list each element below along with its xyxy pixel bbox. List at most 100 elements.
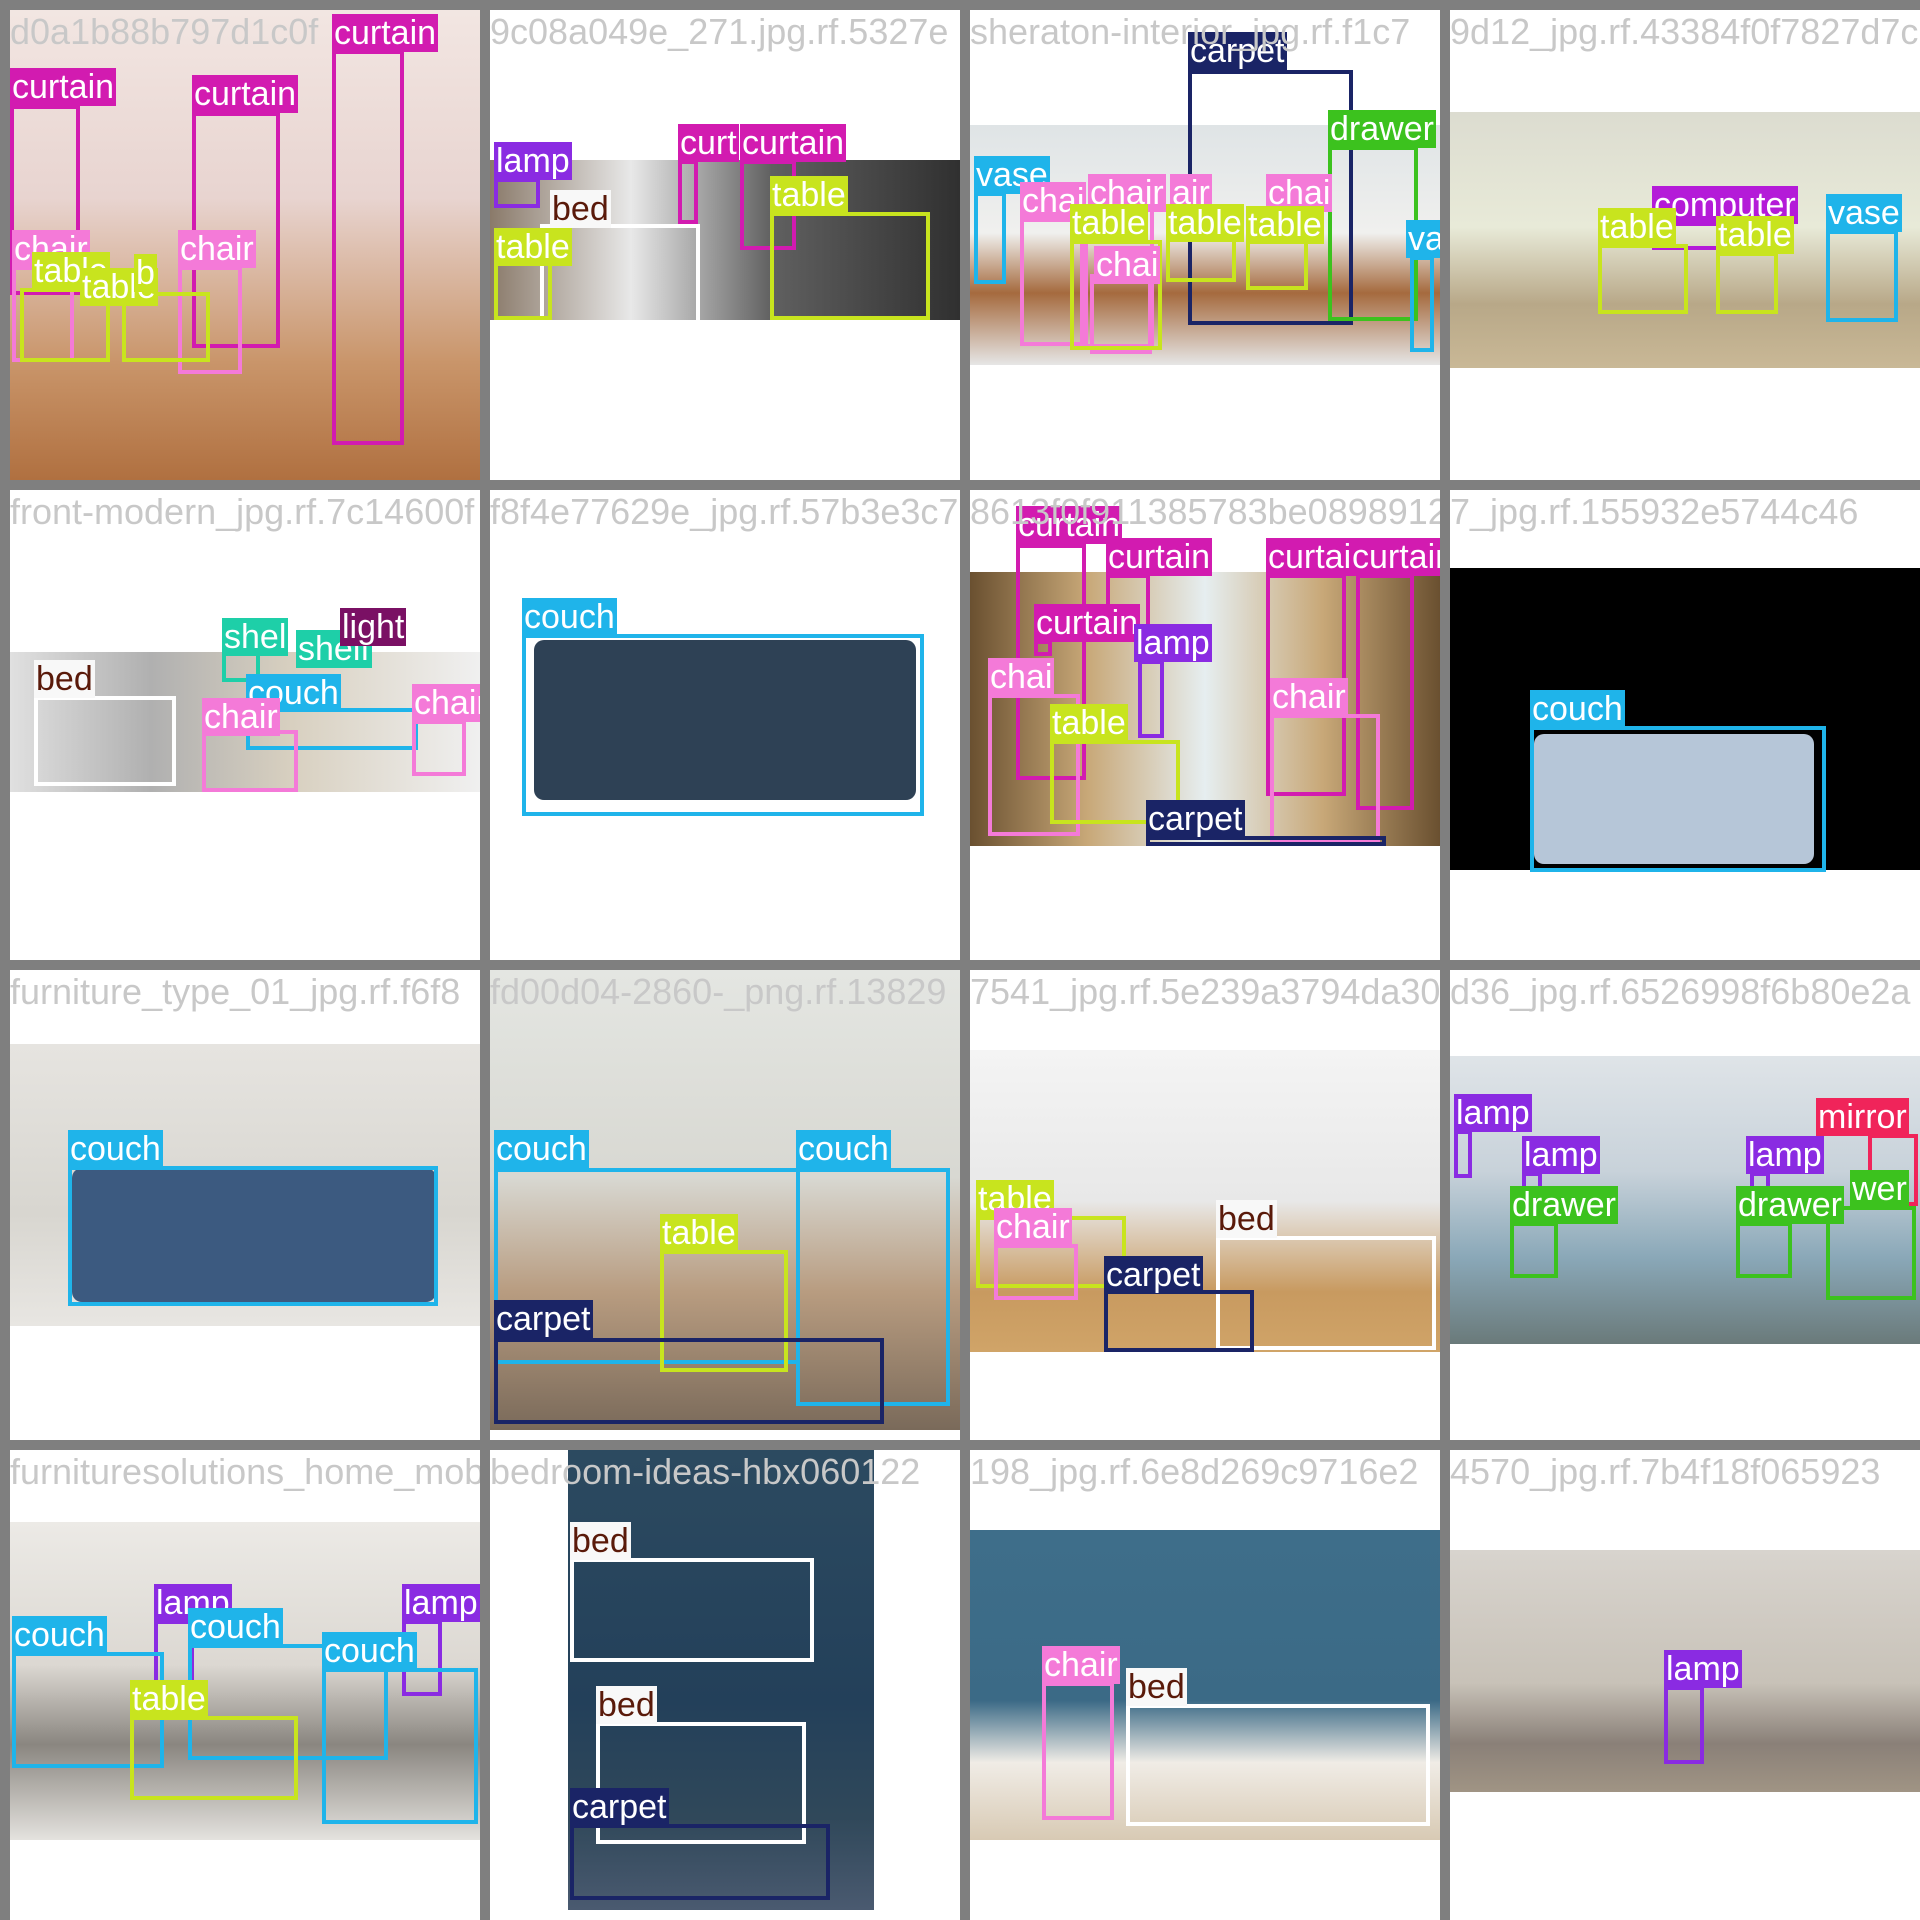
image-tile-2[interactable]: 9c08a049e_271.jpg.rf.5327e lamp bed tabl… bbox=[490, 10, 960, 480]
detection-label: bed bbox=[34, 660, 95, 698]
detection-label: lamp bbox=[494, 142, 572, 180]
detection-box bbox=[1328, 146, 1418, 321]
detection-label: curtain bbox=[10, 68, 117, 106]
tile-title: d0a1b88b797d1c0f bbox=[10, 11, 319, 52]
detection-label: bed bbox=[1126, 1668, 1187, 1706]
detection-box bbox=[68, 1166, 438, 1306]
detection-label: couch bbox=[322, 1632, 417, 1670]
detection-label: couch bbox=[188, 1608, 283, 1646]
detection-label: light bbox=[340, 608, 407, 646]
detection-label: lamp bbox=[402, 1584, 480, 1622]
detection-label: carpet bbox=[1146, 800, 1245, 838]
detection-label: lamp bbox=[1454, 1094, 1532, 1132]
tile-title: 7_jpg.rf.155932e5744c46 bbox=[1450, 491, 1859, 532]
detection-label: chai bbox=[1094, 246, 1161, 284]
detection-box bbox=[1510, 1222, 1558, 1278]
detection-label: mirror bbox=[1816, 1098, 1909, 1136]
detection-box bbox=[202, 730, 298, 792]
detection-label: table bbox=[494, 228, 572, 266]
detection-box bbox=[1104, 1290, 1254, 1352]
detection-label: curtain bbox=[1106, 538, 1213, 576]
detection-label: couch bbox=[522, 598, 617, 636]
image-tile-3[interactable]: sheraton-interior_jpg.rf.f1c7 carpet dra… bbox=[970, 10, 1440, 480]
detection-label: bed bbox=[550, 190, 611, 228]
detection-label: drawer bbox=[1328, 110, 1436, 148]
image-tile-14[interactable]: bedroom-ideas-hbx060122 bed bed carpet bbox=[490, 1450, 960, 1920]
tile-title: 9c08a049e_271.jpg.rf.5327e bbox=[490, 11, 949, 52]
detection-label: chai bbox=[988, 658, 1055, 696]
image-tile-9[interactable]: furniture_type_01_jpg.rf.f6f8 couch bbox=[10, 970, 480, 1440]
detection-label: carpet bbox=[570, 1788, 669, 1826]
detection-label: chair bbox=[994, 1208, 1072, 1246]
tile-title: f8f4e77629e_jpg.rf.57b3e3c7 bbox=[490, 491, 959, 532]
image-tile-11[interactable]: 7541_jpg.rf.5e239a3794da300d table chair… bbox=[970, 970, 1440, 1440]
detection-box bbox=[570, 1824, 830, 1900]
tile-title: sheraton-interior_jpg.rf.f1c7 bbox=[970, 11, 1411, 52]
image-tile-7[interactable]: 8613f0f911385783be0898912 curtain curtai… bbox=[970, 490, 1440, 960]
detection-box bbox=[570, 1558, 814, 1662]
detection-box bbox=[1246, 240, 1308, 290]
detection-label: curtain bbox=[740, 124, 847, 162]
detection-label: wer bbox=[1850, 1170, 1909, 1208]
detection-label: carpet bbox=[1104, 1256, 1203, 1294]
image-tile-10[interactable]: fd00d04-2860-_png.rf.13829 couch couch t… bbox=[490, 970, 960, 1440]
image-tile-8[interactable]: 7_jpg.rf.155932e5744c46 couch bbox=[1450, 490, 1920, 960]
detection-box bbox=[1598, 244, 1688, 314]
detection-label: lamp bbox=[1522, 1136, 1600, 1174]
detection-label: curt bbox=[678, 124, 739, 162]
detection-label: couch bbox=[796, 1130, 891, 1168]
detection-box bbox=[1530, 726, 1826, 872]
tile-title: d36_jpg.rf.6526998f6b80e2a bbox=[1450, 971, 1911, 1012]
tile-title: 4570_jpg.rf.7b4f18f065923 bbox=[1450, 1451, 1881, 1492]
detection-label: carpet bbox=[494, 1300, 593, 1338]
image-tile-13[interactable]: furnituresolutions_home_mobile_jpg.rf la… bbox=[10, 1450, 480, 1920]
detection-label: chair bbox=[1270, 678, 1348, 716]
detection-box bbox=[974, 192, 1006, 284]
image-tile-5[interactable]: front-modern_jpg.rf.7c14600f bed shel sh… bbox=[10, 490, 480, 960]
detection-label: chair bbox=[412, 684, 480, 722]
detection-label: drawer bbox=[1736, 1186, 1844, 1224]
detection-box bbox=[678, 160, 698, 224]
detection-box bbox=[1454, 1130, 1472, 1178]
detection-label: chair bbox=[1042, 1646, 1120, 1684]
detection-label: vase bbox=[1406, 220, 1440, 258]
detection-label: b bbox=[134, 254, 157, 292]
detection-label: table bbox=[1070, 204, 1148, 242]
tile-title: furniture_type_01_jpg.rf.f6f8 bbox=[10, 971, 461, 1012]
detection-label: table bbox=[1050, 704, 1128, 742]
image-tile-6[interactable]: f8f4e77629e_jpg.rf.57b3e3c7 couch bbox=[490, 490, 960, 960]
image-tile-15[interactable]: 198_jpg.rf.6e8d269c9716e2 chair bed bbox=[970, 1450, 1440, 1920]
detection-box bbox=[1270, 714, 1380, 844]
detection-label: vase bbox=[1826, 194, 1902, 232]
detection-label: bed bbox=[596, 1686, 657, 1724]
detection-box bbox=[770, 212, 930, 320]
detection-label: shel bbox=[222, 618, 289, 656]
detection-box bbox=[522, 634, 924, 816]
detection-label: couch bbox=[68, 1130, 163, 1168]
detection-label: couch bbox=[1530, 690, 1625, 728]
tile-title: front-modern_jpg.rf.7c14600f bbox=[10, 491, 475, 532]
image-tile-1[interactable]: d0a1b88b797d1c0f curtain curtain curtain… bbox=[10, 10, 480, 480]
detection-label: table bbox=[770, 176, 848, 214]
detection-box bbox=[1166, 238, 1236, 282]
detection-box bbox=[34, 696, 176, 786]
detection-label: table bbox=[1598, 208, 1676, 246]
detection-label: couch bbox=[12, 1616, 107, 1654]
detection-box bbox=[1410, 256, 1434, 352]
detection-box bbox=[332, 50, 404, 445]
tile-title: 198_jpg.rf.6e8d269c9716e2 bbox=[970, 1451, 1419, 1492]
detection-label: bed bbox=[570, 1522, 631, 1560]
detection-label: curtain bbox=[192, 75, 299, 113]
detection-label: curtain bbox=[1034, 604, 1141, 642]
detection-label: table bbox=[660, 1214, 738, 1252]
image-tile-12[interactable]: d36_jpg.rf.6526998f6b80e2a lamp lamp lam… bbox=[1450, 970, 1920, 1440]
detection-box bbox=[412, 720, 466, 776]
detection-label: bed bbox=[1216, 1200, 1277, 1238]
image-tile-4[interactable]: 9d12_jpg.rf.43384f0f7827d7cb computer ta… bbox=[1450, 10, 1920, 480]
image-tile-16[interactable]: 4570_jpg.rf.7b4f18f065923 lamp bbox=[1450, 1450, 1920, 1920]
tile-title: 7541_jpg.rf.5e239a3794da300d bbox=[970, 971, 1440, 1012]
detection-label: table bbox=[1716, 216, 1794, 254]
detection-label: table bbox=[130, 1680, 208, 1718]
detection-label: lamp bbox=[1134, 624, 1212, 662]
detection-label: table bbox=[1246, 206, 1324, 244]
